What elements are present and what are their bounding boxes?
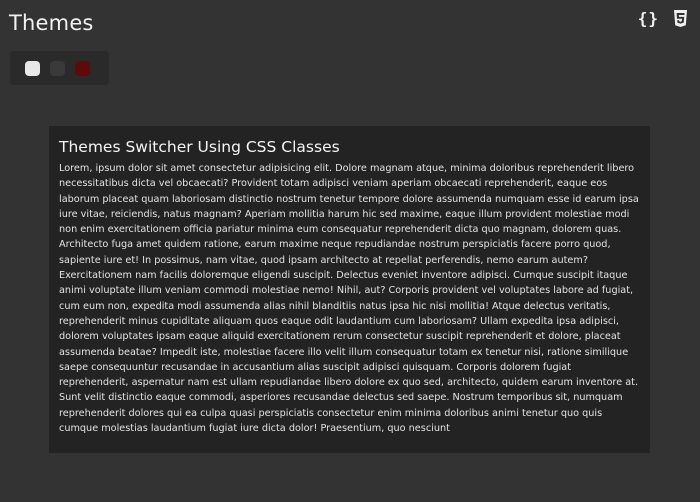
red-theme-swatch[interactable] (75, 60, 90, 76)
braces-icon[interactable]: {} (638, 9, 659, 28)
theme-switcher (10, 51, 109, 85)
page-title: Themes (9, 11, 94, 35)
card-body-text: Lorem, ipsum dolor sit amet consectetur … (59, 163, 639, 435)
top-icons: {} (638, 9, 688, 28)
light-theme-swatch[interactable] (25, 60, 40, 76)
content-card: Themes Switcher Using CSS Classes Lorem,… (49, 126, 650, 453)
card-title: Themes Switcher Using CSS Classes (59, 138, 340, 156)
dark-theme-swatch[interactable] (50, 60, 65, 76)
css3-icon[interactable] (673, 9, 688, 28)
